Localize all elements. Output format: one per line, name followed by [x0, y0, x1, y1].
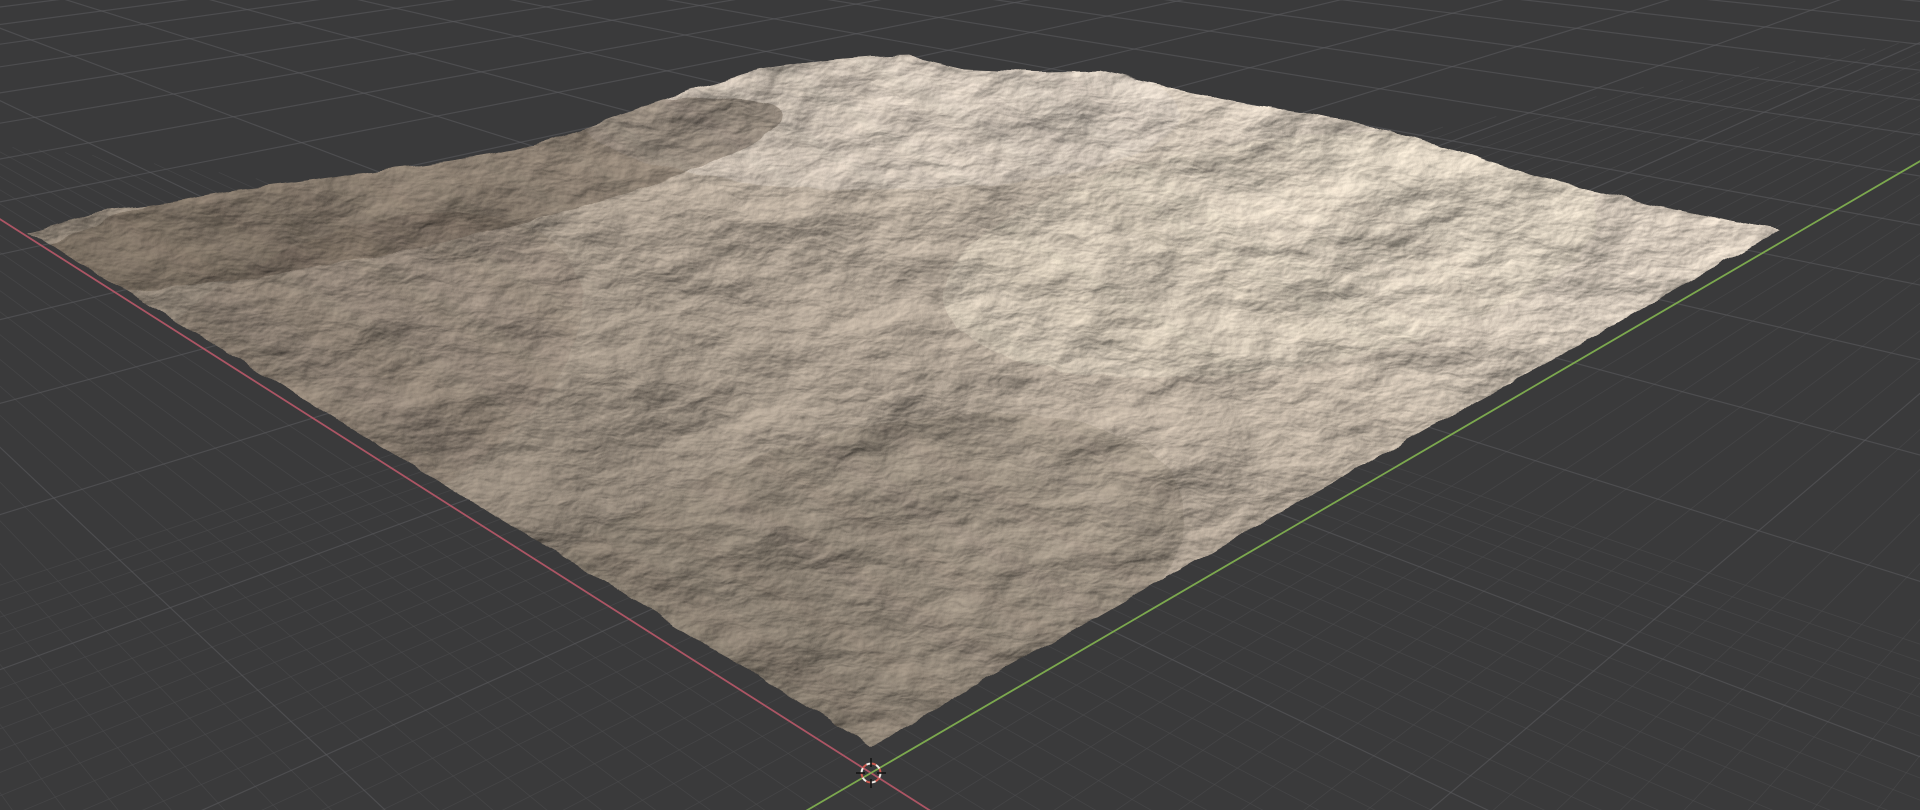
scene-svg[interactable]	[0, 0, 1920, 810]
3d-viewport[interactable]	[0, 0, 1920, 810]
